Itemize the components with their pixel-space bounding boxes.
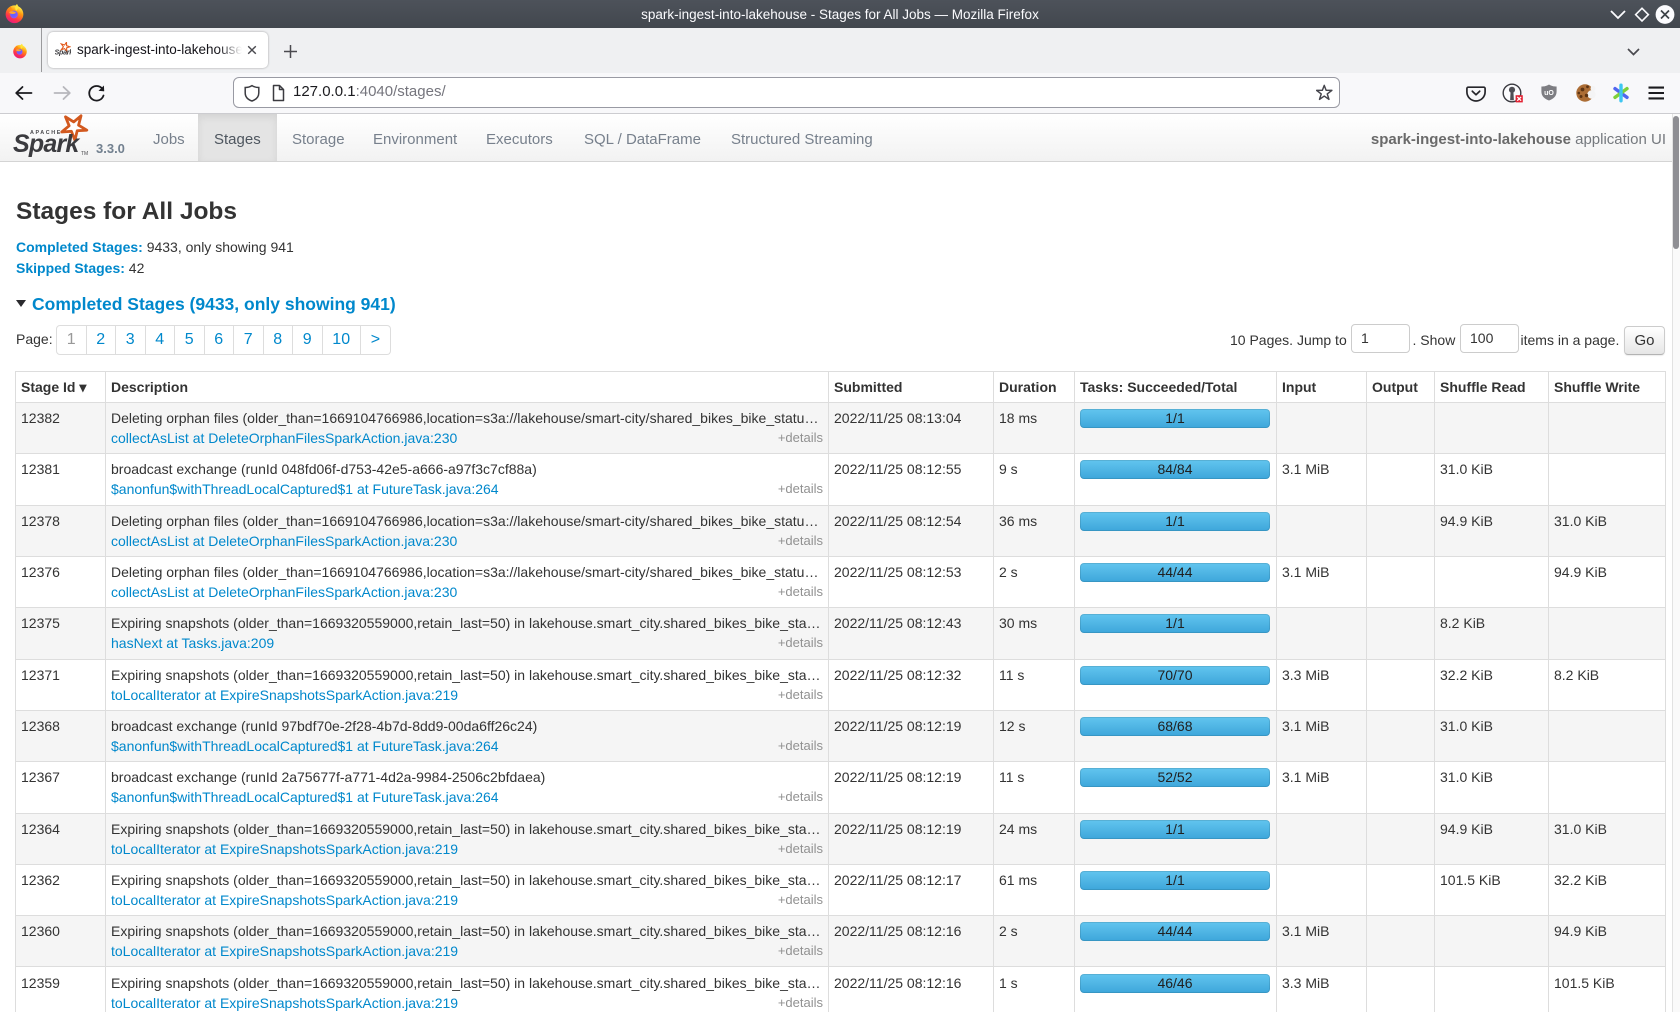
svg-text:Spark: Spark <box>55 48 71 57</box>
svg-text:Spark: Spark <box>13 130 80 158</box>
svg-text:uO: uO <box>1544 90 1554 97</box>
svg-text:TM: TM <box>81 151 88 157</box>
